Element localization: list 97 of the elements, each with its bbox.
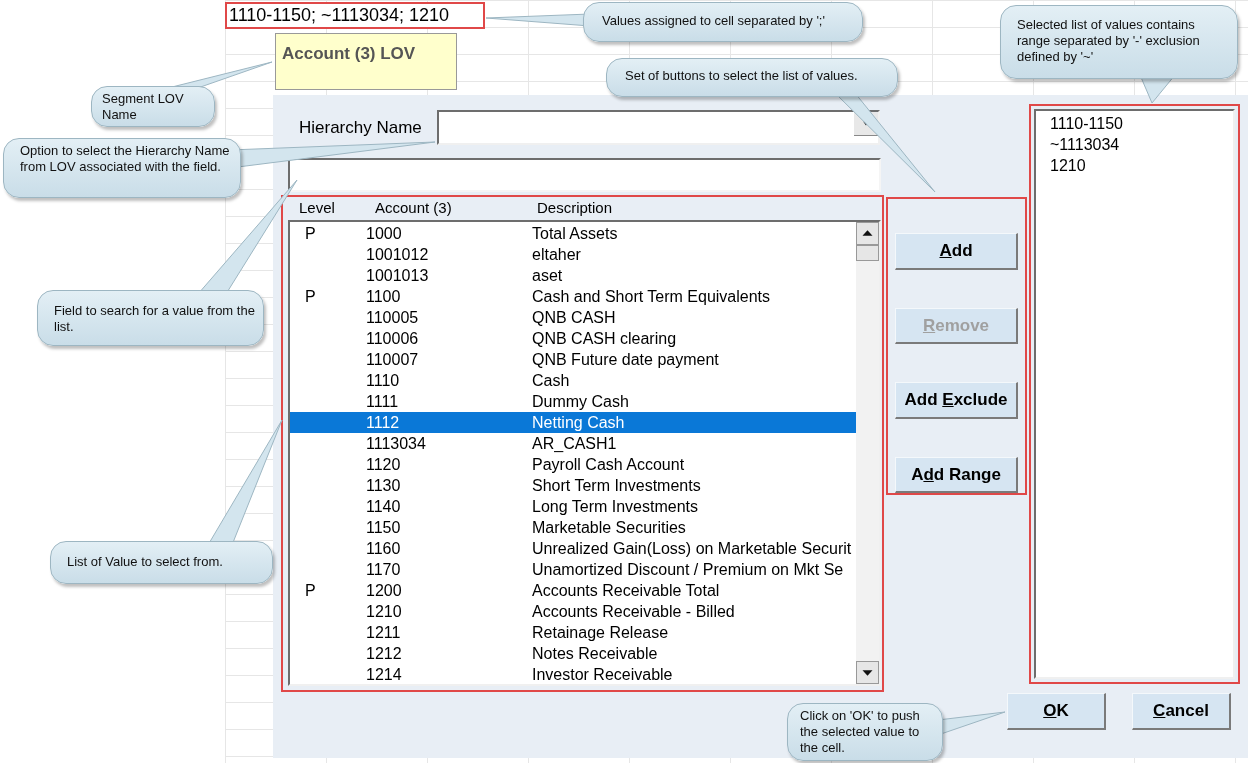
column-header: Description	[537, 198, 613, 219]
callout-bubble: List of Value to select from.	[50, 541, 273, 584]
dialog-button[interactable]: Add Exclude	[895, 382, 1018, 419]
dialog-button[interactable]: OK	[1007, 693, 1106, 730]
account-cell-text: 1200	[366, 580, 403, 601]
column-header: Account (3)	[375, 198, 453, 219]
account-cell-text: 1140	[366, 496, 402, 517]
list-row[interactable]: 1211 Retainage Release	[290, 622, 856, 643]
account-cell-text: 1214	[366, 664, 403, 685]
hierarchy-dropdown[interactable]	[437, 110, 880, 145]
description-cell-text: eltaher	[532, 244, 581, 265]
account-cell-text: 1001013	[366, 265, 430, 286]
field-label: Hierarchy Name	[298, 116, 423, 139]
account-cell-text: 1160	[366, 538, 402, 559]
account-cell-text: 110007	[366, 349, 420, 370]
description-cell-text: QNB CASH	[532, 307, 616, 328]
column-header: Level	[298, 198, 336, 219]
account-cell-text: 1130	[366, 475, 402, 496]
scroll-thumb[interactable]	[856, 245, 879, 261]
list-row[interactable]: 1210 Accounts Receivable - Billed	[290, 601, 856, 622]
callout-bubble: Segment LOV Name	[91, 86, 215, 127]
callout-bubble: Selected list of values contains range separated by '-' exclusion defined by '~'	[1000, 5, 1238, 79]
search-field[interactable]	[288, 158, 881, 192]
description-cell-text: Accounts Receivable Total	[532, 580, 720, 601]
account-cell-text: 1212	[366, 643, 403, 664]
list-row[interactable]: 1120 Payroll Cash Account	[290, 454, 856, 475]
description-cell-text: Unrealized Gain(Loss) on Marketable Securit	[532, 538, 852, 559]
description-cell-text: aset	[532, 265, 563, 286]
description-cell-text: Unamortized Discount / Premium on Mkt Se	[532, 559, 844, 580]
callout-bubble: Option to select the Hierarchy Name from LOV associated with the field.	[3, 138, 241, 198]
list-row[interactable]: 1170 Unamortized Discount / Premium on Mkt Se	[290, 559, 856, 580]
description-cell-text: Long Term Investments	[532, 496, 698, 517]
description-cell-text: Accounts Receivable - Billed	[532, 601, 735, 622]
level-cell: P	[305, 287, 316, 305]
callout-bubble: Click on 'OK' to push the selected value to the cell.	[787, 703, 943, 761]
account-cell-text: 1111	[366, 391, 400, 412]
list-row[interactable]: 1130 Short Term Investments	[290, 475, 856, 496]
dialog-button[interactable]: Cancel	[1132, 693, 1231, 730]
dialog-button[interactable]: Add	[895, 233, 1018, 270]
description-cell-text: QNB Future date payment	[532, 349, 719, 370]
selected-value[interactable]: ~1113034	[1050, 134, 1233, 155]
list-row[interactable]: P 1100 Cash and Short Term Equivalents	[290, 286, 856, 307]
selected-value[interactable]: 1110-1150	[1050, 113, 1233, 134]
description-cell-text: Notes Receivable	[532, 643, 658, 664]
description-cell-text: Total Assets	[532, 223, 618, 244]
description-cell-text: Dummy Cash	[532, 391, 629, 412]
list-row[interactable]: P 1000 Total Assets	[290, 223, 856, 244]
scroll-up-icon[interactable]	[856, 222, 879, 245]
account-cell-text: 110006	[366, 328, 420, 349]
description-cell-text: Netting Cash	[532, 412, 625, 433]
callout-bubble: Field to search for a value from the list.	[37, 290, 264, 346]
list-row[interactable]: 1110 Cash	[290, 370, 856, 391]
cell-value: 1110-1150; ~1113034; 1210	[225, 2, 485, 29]
list-row[interactable]: 1001013 aset	[290, 265, 856, 286]
account-cell-text: 1001012	[366, 244, 430, 265]
description-cell-text: Marketable Securities	[532, 517, 686, 538]
description-cell-text: Payroll Cash Account	[532, 454, 685, 475]
description-cell-text: QNB CASH clearing	[532, 328, 677, 349]
list-row[interactable]: 1112 Netting Cash	[290, 412, 856, 433]
scroll-down-icon[interactable]	[856, 661, 879, 684]
scrollbar[interactable]	[856, 222, 879, 684]
account-cell-text: 1120	[366, 454, 402, 475]
account-cell-text: 1113034	[366, 433, 427, 454]
description-cell-text: Investor Receivable	[532, 664, 673, 685]
account-cell-text: 110005	[366, 307, 420, 328]
list-row[interactable]: 110007 QNB Future date payment	[290, 349, 856, 370]
account-cell-text: 1170	[366, 559, 402, 580]
list-row[interactable]: 1113034 AR_CASH1	[290, 433, 856, 454]
account-cell-text: 1210	[366, 601, 403, 622]
list-row[interactable]: 1001012 eltaher	[290, 244, 856, 265]
account-cell-text: 1211	[366, 622, 402, 643]
level-cell: P	[305, 224, 316, 242]
account-cell-text: 1110	[366, 370, 401, 391]
dialog-button[interactable]: Add Range	[895, 456, 1018, 493]
account-cell-text: 1150	[366, 517, 402, 538]
list-row[interactable]: 110006 QNB CASH clearing	[290, 328, 856, 349]
list-row[interactable]: 1160 Unrealized Gain(Loss) on Marketable Securit	[290, 538, 856, 559]
list-row[interactable]: 110005 QNB CASH	[290, 307, 856, 328]
account-cell-text: 1112	[366, 412, 401, 433]
level-cell: P	[305, 581, 316, 599]
selected-value[interactable]: 1210	[1050, 155, 1233, 176]
description-cell-text: Short Term Investments	[532, 475, 701, 496]
description-cell-text: Cash and Short Term Equivalents	[532, 286, 771, 307]
account-cell-text: 1000	[366, 223, 403, 244]
list-row[interactable]: P 1200 Accounts Receivable Total	[290, 580, 856, 601]
comment-box: Account (3) LOV	[275, 33, 457, 90]
description-cell-text: AR_CASH1	[532, 433, 617, 454]
description-cell-text: Retainage Release	[532, 622, 669, 643]
list-row[interactable]: 1150 Marketable Securities	[290, 517, 856, 538]
callout-bubble: Set of buttons to select the list of values.	[606, 58, 898, 97]
list-row[interactable]: 1214 Investor Receivable	[290, 664, 856, 685]
callout-bubble: Values assigned to cell separated by ';'	[583, 2, 863, 42]
list-row[interactable]: 1212 Notes Receivable	[290, 643, 856, 664]
description-cell-text: Cash	[532, 370, 570, 391]
account-cell-text: 1100	[366, 286, 402, 307]
list-row[interactable]: 1140 Long Term Investments	[290, 496, 856, 517]
list-row[interactable]: 1111 Dummy Cash	[290, 391, 856, 412]
